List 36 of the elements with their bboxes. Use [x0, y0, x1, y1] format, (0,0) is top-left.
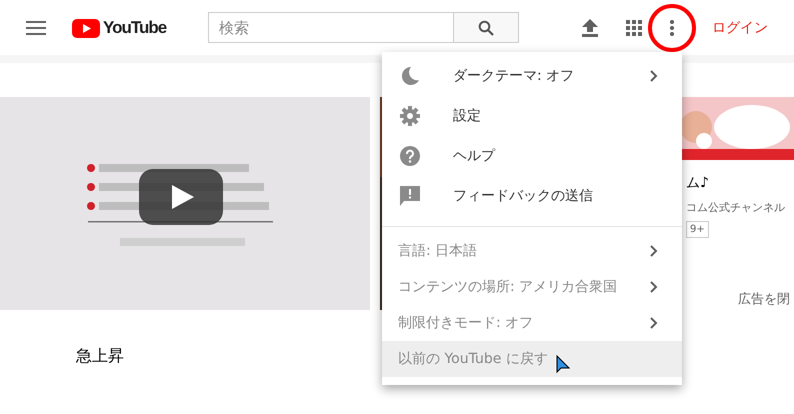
login-link[interactable]: ログイン [712, 18, 768, 36]
moon-icon [400, 66, 420, 86]
search-button[interactable] [454, 12, 520, 43]
menu-label: フィードバックの送信 [453, 187, 593, 205]
cursor-icon [556, 355, 570, 375]
menu-label: 以前の YouTube に戻す [398, 350, 548, 368]
play-button[interactable] [139, 169, 223, 225]
subscriber-badge: 9+ [686, 221, 709, 238]
menu-label: コンテンツの場所: アメリカ合衆国 [398, 278, 618, 296]
menu-item[interactable]: フィードバックの送信 [382, 176, 682, 216]
menu-item[interactable]: ダークテーマ: オフ [382, 56, 682, 96]
menu-label: ヘルプ [453, 147, 495, 165]
channel-name: コム公式チャンネル [686, 200, 785, 215]
menu-item[interactable]: 言語: 日本語 [382, 233, 682, 269]
logo-icon[interactable] [72, 18, 100, 38]
section-title: 急上昇 [76, 346, 124, 367]
menu-item[interactable]: コンテンツの場所: アメリカ合衆国 [382, 269, 682, 305]
close-ad-link[interactable]: 広告を閉 [738, 290, 790, 308]
search-field[interactable]: 検索 [208, 12, 454, 43]
search-icon [478, 20, 494, 36]
menu-icon[interactable] [26, 20, 46, 34]
upload-icon[interactable] [582, 18, 598, 36]
ad-title: ム♪ [686, 174, 709, 192]
menu-label: 制限付きモード: オフ [398, 314, 534, 332]
menu-label: 言語: 日本語 [398, 242, 478, 260]
apps-icon[interactable] [626, 20, 642, 36]
help-icon [400, 146, 420, 166]
logo-text: YouTube [103, 18, 166, 38]
menu-item[interactable]: 設定 [382, 96, 682, 136]
more-icon[interactable] [670, 20, 674, 36]
feedback-icon [400, 186, 420, 206]
menu-item[interactable]: ヘルプ [382, 136, 682, 176]
menu-item[interactable]: 制限付きモード: オフ [382, 305, 682, 341]
settings-icon [400, 106, 420, 126]
menu-label: 設定 [453, 107, 481, 125]
menu-label: ダークテーマ: オフ [453, 67, 574, 85]
